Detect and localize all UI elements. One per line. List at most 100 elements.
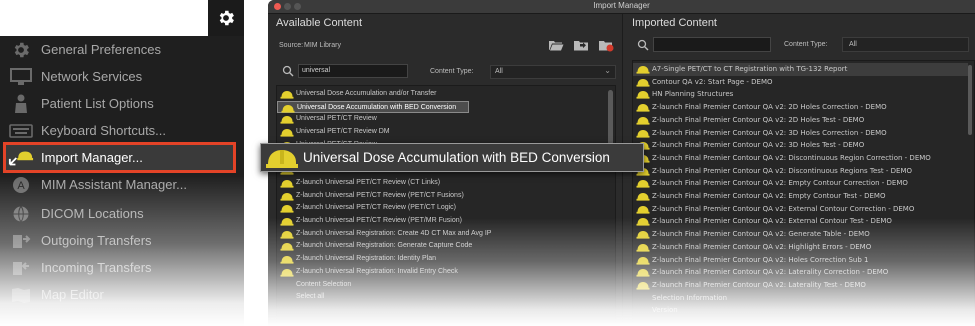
- list-item[interactable]: Version: [633, 304, 968, 317]
- menu-item-label: Map Editor: [41, 287, 104, 302]
- scrollbar-thumb[interactable]: [968, 65, 972, 135]
- list-item[interactable]: Select all: [277, 291, 605, 304]
- menu-item-keyboard-shortcuts[interactable]: Keyboard Shortcuts...: [0, 117, 244, 144]
- list-item-label: Z-launch Final Premier Contour QA v2: 3D…: [652, 128, 887, 137]
- list-item[interactable]: Z-launch Final Premier Contour QA v2: Hi…: [633, 241, 968, 254]
- list-item[interactable]: Z-launch Final Premier Contour QA v2: Em…: [633, 190, 968, 203]
- list-item[interactable]: Z-launch Final Premier Contour QA v2: Di…: [633, 165, 968, 178]
- list-item[interactable]: Universal Dose Accumulation and/or Trans…: [277, 88, 605, 101]
- list-item[interactable]: Universal PET/CT Review DM: [277, 126, 605, 139]
- menu-item-dicom-locations[interactable]: DICOM Locations: [0, 200, 244, 227]
- menu-item-import-manager[interactable]: Import Manager...: [3, 142, 236, 173]
- person-icon: [8, 94, 34, 114]
- item-tooltip: Universal Dose Accumulation with BED Con…: [260, 143, 644, 172]
- list-item-label: Universal Dose Accumulation with BED Con…: [297, 103, 457, 111]
- settings-gear-button[interactable]: [208, 0, 244, 36]
- list-item-label: Universal PET/CT Review DM: [296, 128, 390, 136]
- assistant-icon: A: [8, 175, 34, 195]
- import-helmet-icon: [636, 78, 650, 87]
- list-item[interactable]: Z-launch Universal Registration: Generat…: [277, 240, 605, 253]
- window-title: Import Manager: [593, 1, 650, 10]
- list-item[interactable]: Z-launch Final Premier Contour QA v2: Em…: [633, 177, 968, 190]
- list-item[interactable]: Z-launch Final Premier Contour QA v2: 3D…: [633, 139, 968, 152]
- import-helmet-icon: [280, 218, 294, 226]
- open-folder-icon[interactable]: [548, 38, 564, 52]
- list-item[interactable]: Content Selection: [277, 279, 605, 292]
- list-item-label: Content Selection: [296, 280, 352, 288]
- menu-item-map-editor[interactable]: Map Editor: [0, 281, 244, 308]
- list-item[interactable]: Z-launch Universal PET/CT Review (PET/MR…: [277, 215, 605, 228]
- menu-item-incoming-transfers[interactable]: Incoming Transfers: [0, 254, 244, 281]
- list-item[interactable]: Z-launch Final Premier Contour QA v2: Ho…: [633, 254, 968, 267]
- list-item[interactable]: Z-launch Final Premier Contour QA v2: Ge…: [633, 228, 968, 241]
- list-item-label: Z-launch Universal Registration: Create …: [296, 229, 492, 237]
- import-helmet-icon: [636, 91, 650, 99]
- list-item[interactable]: Z-launch Final Premier Contour QA v2: La…: [633, 279, 968, 292]
- menu-item-label: Patient List Options: [41, 96, 154, 111]
- gear-icon: [8, 40, 34, 60]
- globe-icon: [8, 204, 34, 224]
- menu-item-outgoing-transfers[interactable]: Outgoing Transfers: [0, 227, 244, 254]
- list-item[interactable]: Z-launch Universal Registration: Create …: [277, 228, 605, 241]
- import-helmet-icon: [636, 180, 650, 188]
- import-helmet-icon: [636, 116, 650, 125]
- imported-content-list[interactable]: A7-Single PET/CT to CT Registration with…: [632, 60, 975, 326]
- list-item[interactable]: HN Planning Structures: [633, 88, 968, 101]
- import-helmet-icon: [636, 281, 650, 290]
- imported-content-heading: Imported Content: [632, 17, 717, 29]
- list-item[interactable]: Z-launch Final Premier Contour QA v2: La…: [633, 266, 968, 279]
- list-item-label: Z-launch Final Premier Contour QA v2: La…: [652, 268, 889, 277]
- content-type-select[interactable]: All: [842, 37, 969, 52]
- list-item[interactable]: Z-launch Final Premier Contour QA v2: Di…: [633, 152, 968, 165]
- list-item-label: HN Planning Structures: [652, 90, 734, 99]
- list-item[interactable]: Selection Information: [633, 292, 968, 305]
- list-item-label: Select all: [296, 293, 325, 301]
- available-content-list[interactable]: Universal Dose Accumulation and/or Trans…: [276, 85, 616, 326]
- window-titlebar: Import Manager: [268, 0, 975, 14]
- list-item[interactable]: Z-launch Universal Registration: Identit…: [277, 253, 605, 266]
- list-item-label: Z-launch Final Premier Contour QA v2: Em…: [652, 192, 886, 200]
- menu-item-network-services[interactable]: Network Services: [0, 63, 244, 90]
- list-item-label: Z-launch Universal Registration: Identit…: [296, 255, 437, 263]
- delete-folder-icon[interactable]: [598, 38, 614, 52]
- search-icon: [282, 65, 294, 77]
- list-item-label: A7-Single PET/CT to CT Registration with…: [652, 65, 848, 73]
- incoming-icon: [8, 258, 34, 278]
- monitor-icon: [8, 67, 34, 87]
- list-item[interactable]: Universal PET/CT Review: [277, 113, 605, 126]
- menu-item-mim-assistant-manager[interactable]: A MIM Assistant Manager...: [0, 171, 244, 198]
- list-item[interactable]: Z-launch Final Premier Contour QA v2: 2D…: [633, 101, 968, 114]
- menu-item-patient-list-options[interactable]: Patient List Options: [0, 90, 244, 117]
- source-value[interactable]: MIM Library: [304, 42, 341, 49]
- menu-item-general-preferences[interactable]: General Preferences: [0, 36, 244, 63]
- settings-topbar: [0, 0, 244, 36]
- menu-item-label: MIM Assistant Manager...: [41, 177, 187, 192]
- list-item-label: Universal PET/CT Review: [296, 115, 377, 123]
- import-helmet-icon: [636, 231, 650, 239]
- list-item[interactable]: Z-launch Final Premier Contour QA v2: Ex…: [633, 203, 968, 216]
- import-helmet-icon: [280, 256, 294, 264]
- list-item[interactable]: Z-launch Final Premier Contour QA v2: 3D…: [633, 127, 968, 140]
- export-folder-icon[interactable]: [573, 38, 589, 52]
- imported-search-input[interactable]: [653, 37, 771, 52]
- list-item[interactable]: Z-launch Universal PET/CT Review (CT Lin…: [277, 177, 605, 190]
- list-item-label: Z-launch Final Premier Contour QA v2: Di…: [652, 153, 931, 162]
- imported-content-pane: Imported Content Content Type: All A7-Si…: [624, 14, 975, 326]
- list-item-label: Z-launch Final Premier Contour QA v2: Ex…: [652, 217, 892, 226]
- content-type-select[interactable]: All ⌄: [490, 65, 616, 79]
- scrollbar-thumb[interactable]: [608, 90, 613, 150]
- list-item[interactable]: Z-launch Final Premier Contour QA v2: Ex…: [633, 215, 968, 228]
- import-helmet-icon: [280, 230, 294, 239]
- list-item[interactable]: Z-launch Universal PET/CT Review (PET/CT…: [277, 190, 605, 203]
- list-item-label: Z-launch Final Premier Contour QA v2: La…: [652, 280, 866, 289]
- list-item[interactable]: A7-Single PET/CT to CT Registration with…: [633, 63, 968, 76]
- list-item[interactable]: Z-launch Universal PET/CT Review (PET/CT…: [277, 202, 605, 215]
- list-item[interactable]: Universal Dose Accumulation with BED Con…: [277, 100, 469, 114]
- screenshot-stage: General Preferences Network Services Patie…: [0, 0, 975, 326]
- list-item-label: Z-launch Final Premier Contour QA v2: Di…: [652, 166, 913, 175]
- list-item[interactable]: Contour QA v2: Start Page - DEMO: [633, 76, 968, 89]
- list-item[interactable]: Z-launch Universal Registration: Invalid…: [277, 266, 605, 279]
- list-item[interactable]: Z-launch Final Premier Contour QA v2: 2D…: [633, 114, 968, 127]
- available-search-input[interactable]: universal: [298, 64, 408, 78]
- import-helmet-icon: [636, 66, 650, 74]
